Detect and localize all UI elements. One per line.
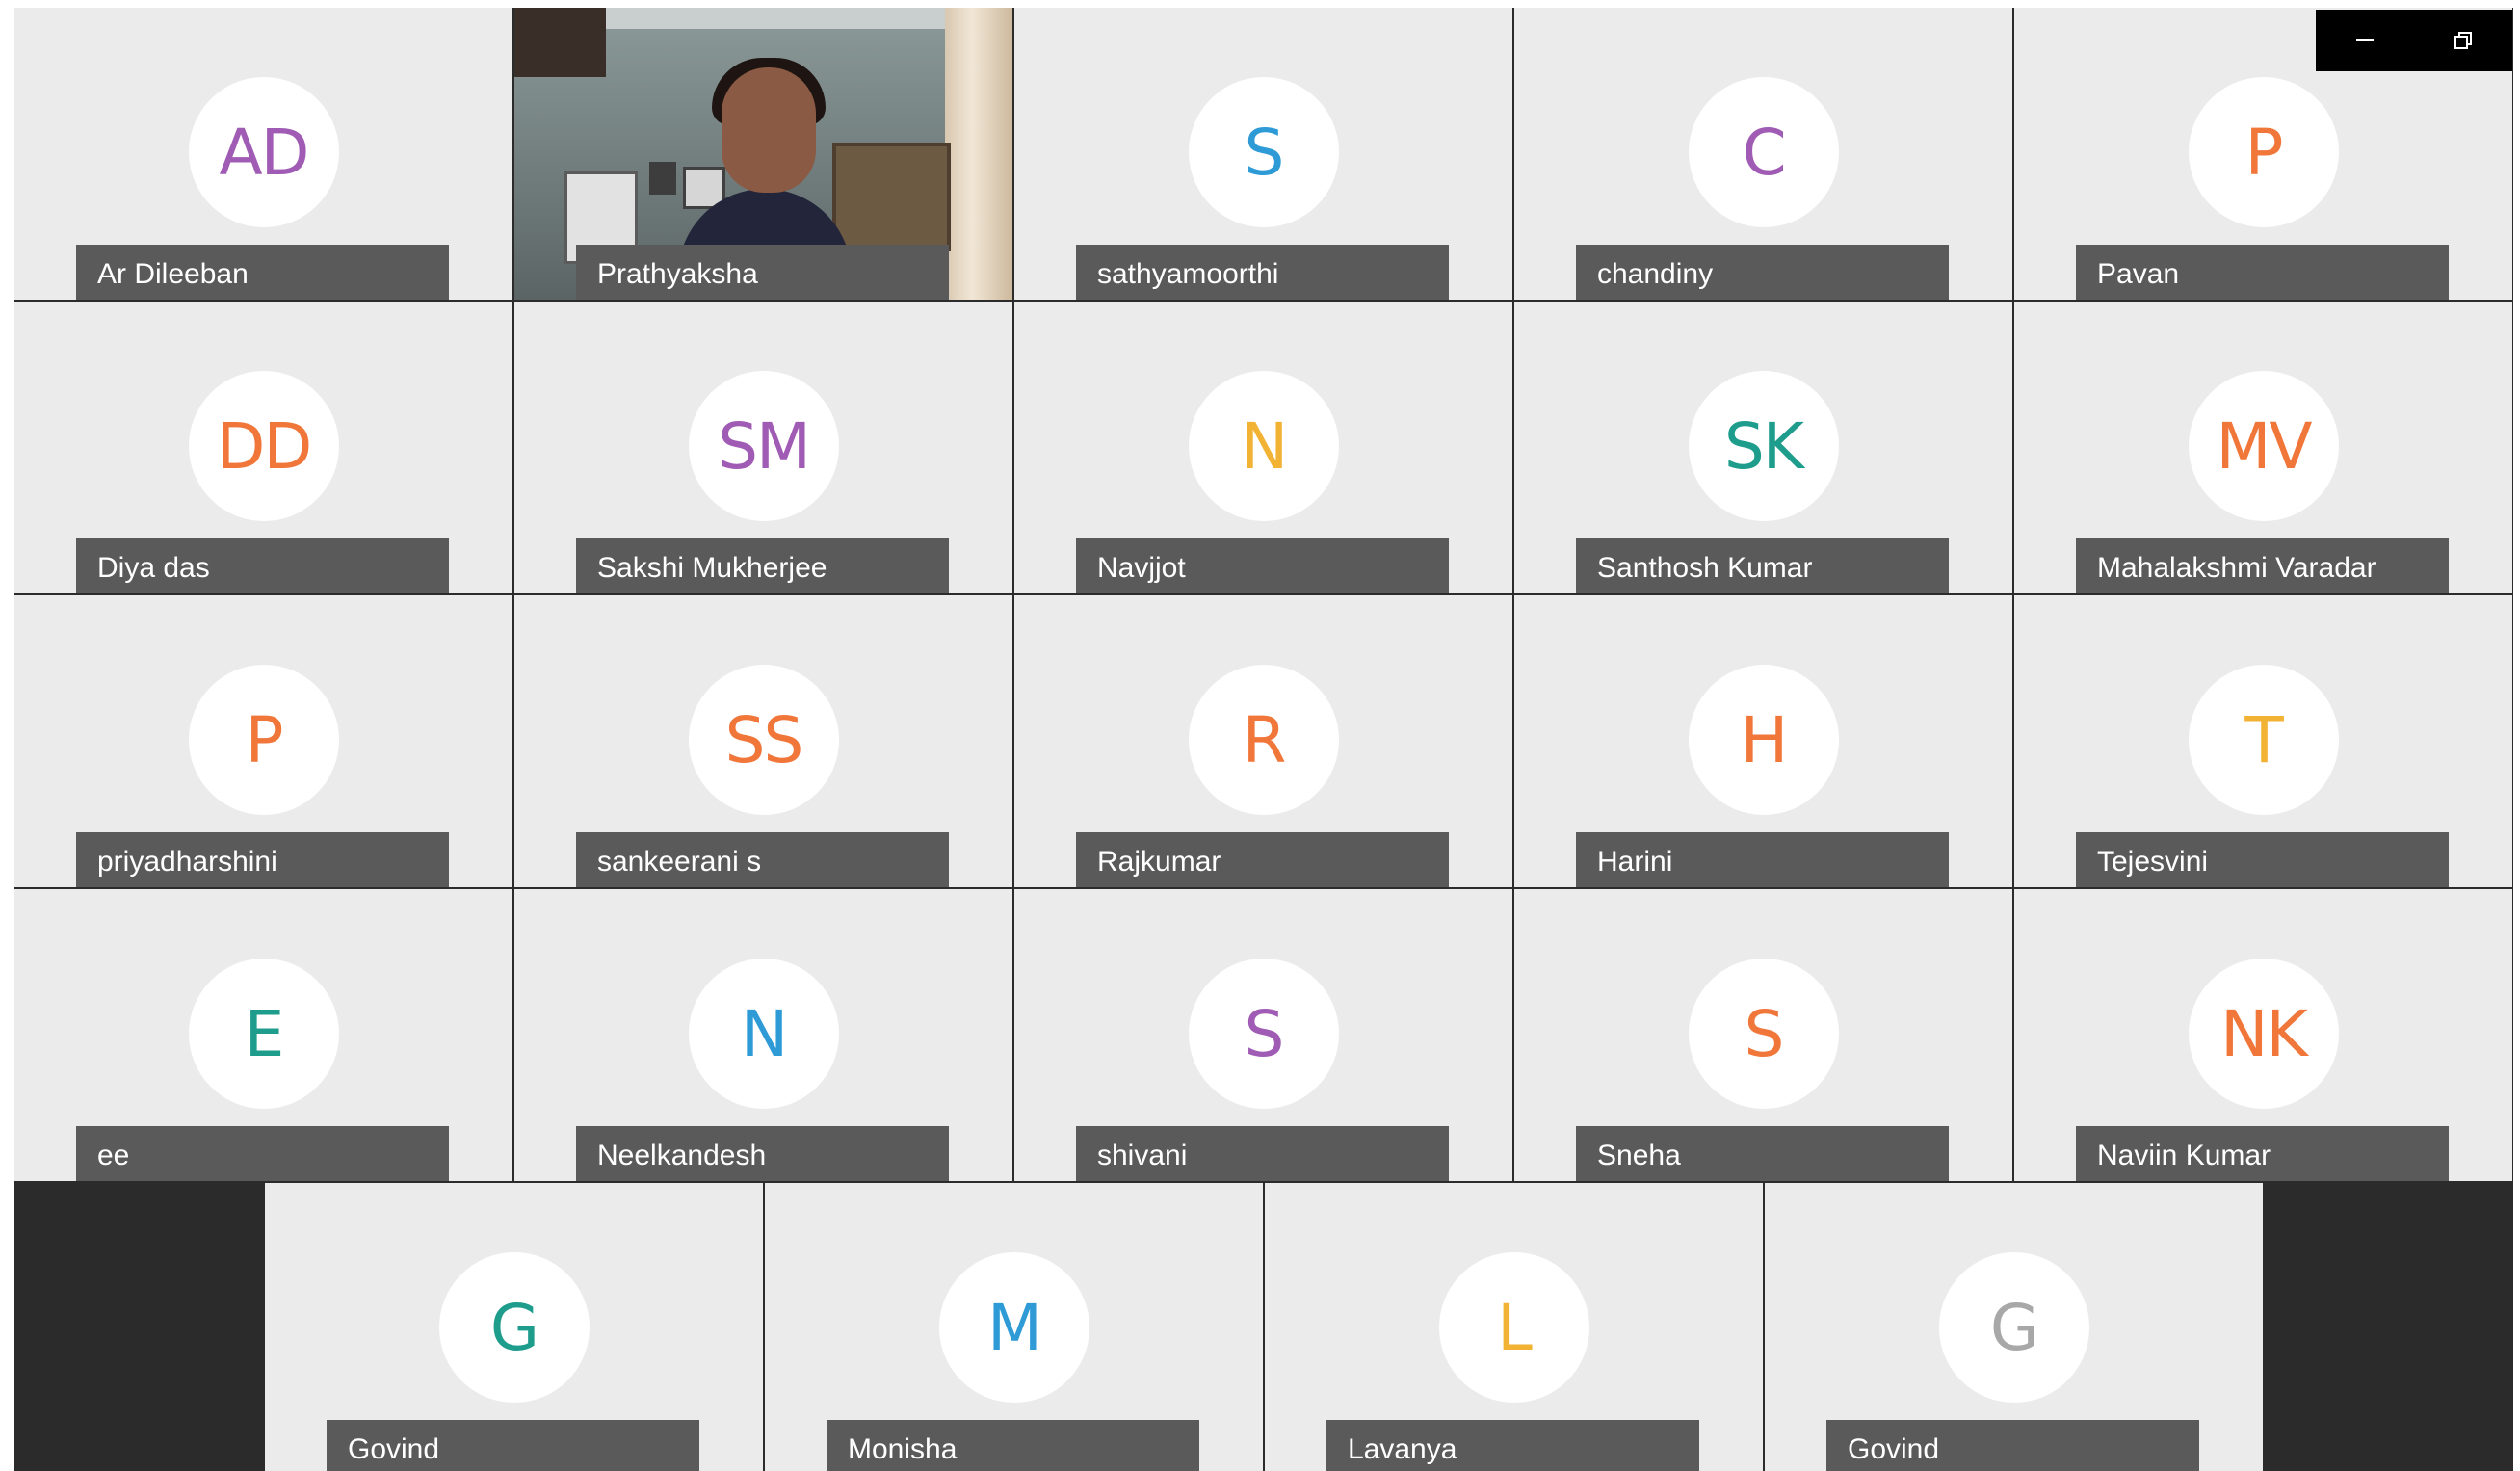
- participant-avatar: E: [188, 959, 339, 1109]
- participant-avatar: NK: [2188, 959, 2339, 1109]
- participant-avatar: H: [1688, 665, 1839, 815]
- participant-tile[interactable]: Prathyaksha: [514, 8, 1012, 300]
- participant-tile[interactable]: SM Sakshi Mukherjee: [514, 302, 1012, 593]
- participant-name-label: Tejesvini: [2076, 832, 2449, 887]
- participant-name-label: shivani: [1076, 1126, 1449, 1181]
- participant-tile[interactable]: NK Naviin Kumar: [2014, 889, 2512, 1181]
- minimize-icon: [2356, 39, 2374, 41]
- participant-name-label: Neelkandesh: [576, 1126, 949, 1181]
- participant-avatar: T: [2188, 665, 2339, 815]
- participant-avatar: P: [188, 665, 339, 815]
- participant-name-label: Diya das: [76, 538, 449, 593]
- participant-tile[interactable]: Ssathyamoorthi: [1014, 8, 1512, 300]
- participant-name-label: Monisha: [827, 1420, 1199, 1471]
- participant-tile[interactable]: AD Ar Dileeban: [14, 8, 512, 300]
- participant-tile[interactable]: N Neelkandesh: [514, 889, 1012, 1181]
- participant-tile[interactable]: R Rajkumar: [1014, 595, 1512, 887]
- minimize-button[interactable]: [2331, 16, 2399, 65]
- participant-name-label: chandiny: [1576, 245, 1949, 300]
- participant-name-label: ee: [76, 1126, 449, 1181]
- participant-avatar: DD: [188, 371, 339, 521]
- participant-tile[interactable]: Sshivani: [1014, 889, 1512, 1181]
- participant-tile[interactable]: MV Mahalakshmi Varadar: [2014, 302, 2512, 593]
- participant-tile[interactable]: S Sneha: [1514, 889, 2012, 1181]
- participant-tile[interactable]: T Tejesvini: [2014, 595, 2512, 887]
- participant-avatar: S: [1188, 959, 1339, 1109]
- participant-avatar: N: [688, 959, 839, 1109]
- participant-name-label: Navjjot: [1076, 538, 1449, 593]
- video-grid: AD Ar Dileeban Prathyaksha Ssathyamoorthi Cc…: [14, 8, 2513, 1471]
- participant-avatar: L: [1438, 1252, 1589, 1403]
- participant-name-label: Mahalakshmi Varadar: [2076, 538, 2449, 593]
- participant-avatar: G: [1938, 1252, 2089, 1403]
- participant-avatar: S: [1688, 959, 1839, 1109]
- participant-name-label: sankeerani s: [576, 832, 949, 887]
- participant-name-label: sathyamoorthi: [1076, 245, 1449, 300]
- participant-avatar: R: [1188, 665, 1339, 815]
- participant-avatar: SS: [688, 665, 839, 815]
- participant-name-label: Sneha: [1576, 1126, 1949, 1181]
- participant-name-label: Rajkumar: [1076, 832, 1449, 887]
- participant-name-label: Naviin Kumar: [2076, 1126, 2449, 1181]
- participant-name-label: Sakshi Mukherjee: [576, 538, 949, 593]
- participant-tile[interactable]: H Harini: [1514, 595, 2012, 887]
- participant-name-label: Govind: [327, 1420, 699, 1471]
- participant-tile[interactable]: G Govind: [1765, 1183, 2263, 1471]
- participant-tile[interactable]: DD Diya das: [14, 302, 512, 593]
- participant-name-label: Harini: [1576, 832, 1949, 887]
- participant-grid-bottom-row: G Govind M Monisha L Lavanya G Govind: [265, 1183, 2263, 1471]
- restore-button[interactable]: [2429, 16, 2497, 65]
- participant-avatar: AD: [188, 77, 339, 227]
- participant-tile[interactable]: Eee: [14, 889, 512, 1181]
- participant-tile[interactable]: N Navjjot: [1014, 302, 1512, 593]
- participant-avatar: P: [2188, 77, 2339, 227]
- participant-tile[interactable]: L Lavanya: [1265, 1183, 1763, 1471]
- participant-tile[interactable]: SS sankeerani s: [514, 595, 1012, 887]
- participant-avatar: SK: [1688, 371, 1839, 521]
- participant-tile[interactable]: Ppriyadharshini: [14, 595, 512, 887]
- participant-name-label: Santhosh Kumar: [1576, 538, 1949, 593]
- participant-tile[interactable]: Cchandiny: [1514, 8, 2012, 300]
- participant-name-label: Prathyaksha: [576, 245, 949, 300]
- participant-avatar: N: [1188, 371, 1339, 521]
- participant-grid: AD Ar Dileeban Prathyaksha Ssathyamoorthi Cc…: [14, 8, 2513, 1181]
- window-controls: [2316, 10, 2512, 71]
- participant-avatar: S: [1188, 77, 1339, 227]
- participant-tile[interactable]: SK Santhosh Kumar: [1514, 302, 2012, 593]
- participant-name-label: Ar Dileeban: [76, 245, 449, 300]
- participant-tile[interactable]: G Govind: [265, 1183, 763, 1471]
- participant-name-label: Govind: [1826, 1420, 2199, 1471]
- participant-avatar: G: [438, 1252, 590, 1403]
- participant-avatar: SM: [688, 371, 839, 521]
- participant-name-label: Lavanya: [1326, 1420, 1699, 1471]
- participant-avatar: M: [938, 1252, 1089, 1403]
- participant-name-label: Pavan: [2076, 245, 2449, 300]
- participant-avatar: C: [1688, 77, 1839, 227]
- participant-avatar: MV: [2188, 371, 2339, 521]
- participant-tile[interactable]: M Monisha: [765, 1183, 1263, 1471]
- restore-icon: [2454, 32, 2472, 49]
- participant-name-label: priyadharshini: [76, 832, 449, 887]
